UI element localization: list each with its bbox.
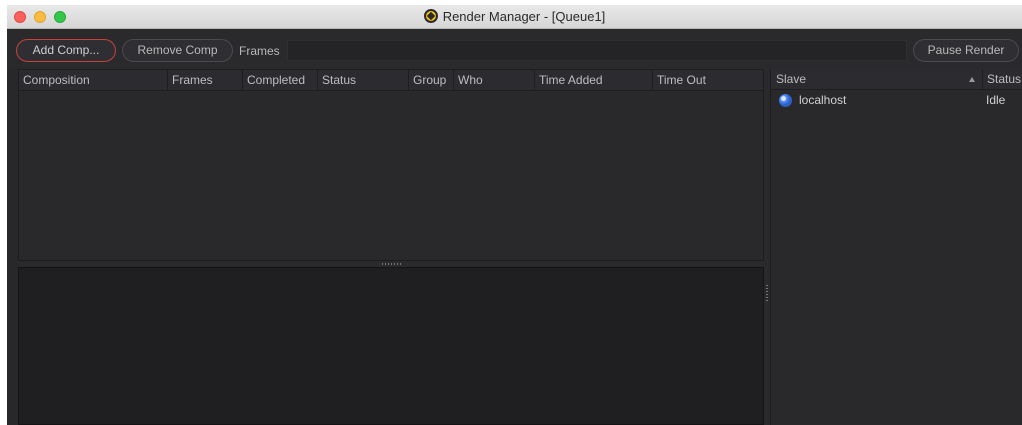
queue-list[interactable]: Composition Frames Completed Status Grou… bbox=[18, 69, 764, 261]
column-header-time-out[interactable]: Time Out bbox=[653, 70, 763, 91]
remove-comp-button[interactable]: Remove Comp bbox=[122, 39, 233, 62]
slave-table-header: Slave Status bbox=[771, 69, 1022, 90]
title-bar: Render Manager - [Queue1] bbox=[7, 5, 1022, 29]
add-comp-button[interactable]: Add Comp... bbox=[16, 39, 116, 62]
column-header-composition[interactable]: Composition bbox=[19, 70, 168, 91]
column-header-slave-label: Slave bbox=[776, 72, 807, 86]
column-header-slave-status[interactable]: Status bbox=[984, 69, 1021, 90]
slave-list[interactable]: Slave Status localhost Idle bbox=[770, 69, 1022, 425]
fusion-logo-icon bbox=[423, 9, 438, 23]
column-header-who[interactable]: Who bbox=[454, 70, 535, 91]
column-header-time-added[interactable]: Time Added bbox=[535, 70, 653, 91]
pause-render-button[interactable]: Pause Render bbox=[913, 39, 1019, 62]
column-header-frames[interactable]: Frames bbox=[168, 70, 243, 91]
column-header-completed[interactable]: Completed bbox=[243, 70, 318, 91]
frames-input[interactable] bbox=[287, 40, 907, 61]
render-manager-window: Render Manager - [Queue1] Add Comp... Re… bbox=[7, 5, 1022, 425]
column-header-group[interactable]: Group bbox=[409, 70, 454, 91]
column-header-status[interactable]: Status bbox=[318, 70, 409, 91]
splitter-grip-icon bbox=[382, 263, 402, 265]
queue-table-header: Composition Frames Completed Status Grou… bbox=[19, 70, 763, 91]
slave-status: Idle bbox=[986, 93, 1006, 107]
toolbar: Add Comp... Remove Comp Frames Pause Ren… bbox=[7, 29, 1022, 69]
column-header-slave[interactable]: Slave bbox=[771, 69, 983, 90]
render-log-panel[interactable] bbox=[18, 267, 764, 425]
globe-icon bbox=[779, 94, 792, 107]
frames-label: Frames bbox=[239, 44, 280, 58]
splitter-grip-icon bbox=[766, 285, 768, 301]
window-title-group: Render Manager - [Queue1] bbox=[7, 9, 1022, 24]
slave-name: localhost bbox=[799, 93, 847, 107]
slave-row[interactable]: localhost Idle bbox=[771, 92, 1022, 110]
sort-ascending-icon bbox=[969, 77, 975, 82]
window-title: Render Manager - [Queue1] bbox=[442, 9, 606, 24]
